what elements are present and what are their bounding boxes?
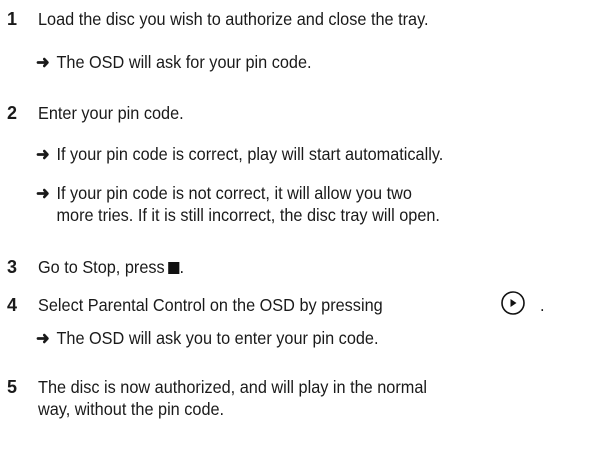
arrow-right-icon: ➜ [36,144,50,164]
instruction-page: 1 Load the disc you wish to authorize an… [0,0,610,457]
result-text: If your pin code is not correct, it will… [56,183,412,203]
step-1-result: ➜ The OSD will ask for your pin code. [36,51,312,73]
step-text: The disc is now authorized, and will pla… [38,377,427,397]
step-text: Go to Stop, press [38,257,165,277]
step-2-result-2: ➜ If your pin code is not correct, it wil… [36,182,440,226]
step-text-wrap: Go to Stop, press. [38,256,566,278]
step-text: Enter your pin code. [38,103,184,123]
arrow-right-icon: ➜ [36,328,50,348]
step-4-result: ➜ The OSD will ask you to enter your pin … [36,327,379,349]
result-text: The OSD will ask for your pin code. [56,52,312,72]
result-text-continued: more tries. If it is still incorrect, th… [56,205,440,225]
step-number: 4 [7,295,18,315]
result-text: If your pin code is correct, play will s… [56,144,444,164]
step-text-period: . [179,257,185,277]
arrow-right-icon: ➜ [36,52,50,72]
step-number: 5 [7,377,18,397]
step-text: Select Parental Control on the OSD by pr… [38,295,383,315]
arrow-right-icon: ➜ [36,183,50,203]
step-number: 1 [7,9,18,29]
step-number: 3 [7,257,18,277]
stop-square-icon [168,262,180,274]
step-4-trailing-period: . [540,295,545,315]
step-2-result-1: ➜ If your pin code is correct, play will … [36,143,443,165]
step-text: Load the disc you wish to authorize and … [38,9,429,29]
step-number: 2 [7,103,18,123]
result-text: The OSD will ask you to enter your pin c… [56,328,379,348]
play-circle-icon [501,291,525,315]
step-text-line2: way, without the pin code. [38,399,225,419]
